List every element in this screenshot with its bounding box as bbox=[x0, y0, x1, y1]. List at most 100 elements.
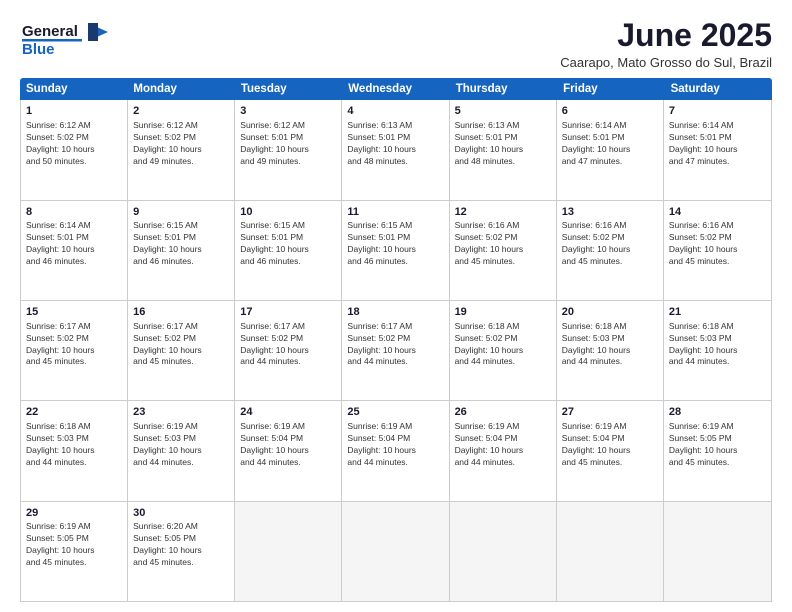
cell-info-line: Sunrise: 6:19 AM bbox=[562, 421, 658, 433]
cell-info-line: and 44 minutes. bbox=[240, 457, 336, 469]
cell-info-line: Sunset: 5:01 PM bbox=[347, 232, 443, 244]
day-number: 15 bbox=[26, 305, 122, 320]
day-number: 13 bbox=[562, 205, 658, 220]
cell-info-line: and 44 minutes. bbox=[455, 356, 551, 368]
calendar-cell: 17Sunrise: 6:17 AMSunset: 5:02 PMDayligh… bbox=[235, 301, 342, 400]
cell-info-line: Daylight: 10 hours bbox=[562, 445, 658, 457]
cell-info-line: Daylight: 10 hours bbox=[26, 445, 122, 457]
calendar-cell: 6Sunrise: 6:14 AMSunset: 5:01 PMDaylight… bbox=[557, 100, 664, 199]
weekday-header-saturday: Saturday bbox=[665, 78, 772, 100]
calendar-cell: 2Sunrise: 6:12 AMSunset: 5:02 PMDaylight… bbox=[128, 100, 235, 199]
day-number: 11 bbox=[347, 205, 443, 220]
cell-info-line: and 49 minutes. bbox=[133, 156, 229, 168]
cell-info-line: Daylight: 10 hours bbox=[455, 144, 551, 156]
weekday-header-tuesday: Tuesday bbox=[235, 78, 342, 100]
cell-info-line: Sunrise: 6:15 AM bbox=[133, 220, 229, 232]
cell-info-line: Sunset: 5:01 PM bbox=[347, 132, 443, 144]
day-number: 22 bbox=[26, 405, 122, 420]
day-number: 23 bbox=[133, 405, 229, 420]
day-number: 28 bbox=[669, 405, 766, 420]
cell-info-line: Sunset: 5:02 PM bbox=[133, 333, 229, 345]
page: General Blue June 2025 Caarapo, Mato Gro… bbox=[0, 0, 792, 612]
cell-info-line: and 46 minutes. bbox=[347, 256, 443, 268]
cell-info-line: Sunset: 5:02 PM bbox=[133, 132, 229, 144]
cell-info-line: Sunset: 5:02 PM bbox=[455, 232, 551, 244]
day-number: 2 bbox=[133, 104, 229, 119]
calendar-cell: 14Sunrise: 6:16 AMSunset: 5:02 PMDayligh… bbox=[664, 201, 771, 300]
day-number: 9 bbox=[133, 205, 229, 220]
cell-info-line: Sunrise: 6:20 AM bbox=[133, 521, 229, 533]
cell-info-line: Daylight: 10 hours bbox=[669, 144, 766, 156]
calendar-cell bbox=[342, 502, 449, 601]
calendar-cell: 21Sunrise: 6:18 AMSunset: 5:03 PMDayligh… bbox=[664, 301, 771, 400]
cell-info-line: Daylight: 10 hours bbox=[240, 244, 336, 256]
calendar-cell: 26Sunrise: 6:19 AMSunset: 5:04 PMDayligh… bbox=[450, 401, 557, 500]
calendar-cell: 10Sunrise: 6:15 AMSunset: 5:01 PMDayligh… bbox=[235, 201, 342, 300]
weekday-header-monday: Monday bbox=[127, 78, 234, 100]
cell-info-line: Sunrise: 6:13 AM bbox=[455, 120, 551, 132]
cell-info-line: Daylight: 10 hours bbox=[240, 144, 336, 156]
cell-info-line: Sunset: 5:01 PM bbox=[133, 232, 229, 244]
calendar-cell: 23Sunrise: 6:19 AMSunset: 5:03 PMDayligh… bbox=[128, 401, 235, 500]
cell-info-line: Sunset: 5:01 PM bbox=[669, 132, 766, 144]
cell-info-line: and 47 minutes. bbox=[562, 156, 658, 168]
cell-info-line: Daylight: 10 hours bbox=[455, 244, 551, 256]
weekday-header-thursday: Thursday bbox=[450, 78, 557, 100]
cell-info-line: Daylight: 10 hours bbox=[562, 144, 658, 156]
cell-info-line: Sunrise: 6:19 AM bbox=[26, 521, 122, 533]
weekday-header-sunday: Sunday bbox=[20, 78, 127, 100]
cell-info-line: Daylight: 10 hours bbox=[455, 445, 551, 457]
cell-info-line: Daylight: 10 hours bbox=[347, 345, 443, 357]
cell-info-line: Daylight: 10 hours bbox=[26, 244, 122, 256]
cell-info-line: Sunrise: 6:12 AM bbox=[26, 120, 122, 132]
cell-info-line: and 44 minutes. bbox=[347, 457, 443, 469]
logo: General Blue bbox=[20, 18, 110, 62]
calendar-cell: 8Sunrise: 6:14 AMSunset: 5:01 PMDaylight… bbox=[21, 201, 128, 300]
day-number: 19 bbox=[455, 305, 551, 320]
cell-info-line: Daylight: 10 hours bbox=[26, 545, 122, 557]
day-number: 12 bbox=[455, 205, 551, 220]
calendar-row-5: 29Sunrise: 6:19 AMSunset: 5:05 PMDayligh… bbox=[21, 502, 771, 601]
cell-info-line: Sunset: 5:04 PM bbox=[240, 433, 336, 445]
cell-info-line: and 45 minutes. bbox=[455, 256, 551, 268]
calendar-cell: 27Sunrise: 6:19 AMSunset: 5:04 PMDayligh… bbox=[557, 401, 664, 500]
calendar-row-3: 15Sunrise: 6:17 AMSunset: 5:02 PMDayligh… bbox=[21, 301, 771, 401]
calendar-cell: 24Sunrise: 6:19 AMSunset: 5:04 PMDayligh… bbox=[235, 401, 342, 500]
cell-info-line: Sunset: 5:01 PM bbox=[562, 132, 658, 144]
day-number: 26 bbox=[455, 405, 551, 420]
day-number: 18 bbox=[347, 305, 443, 320]
cell-info-line: Sunrise: 6:14 AM bbox=[562, 120, 658, 132]
cell-info-line: Daylight: 10 hours bbox=[669, 445, 766, 457]
cell-info-line: and 45 minutes. bbox=[26, 356, 122, 368]
cell-info-line: Sunrise: 6:14 AM bbox=[669, 120, 766, 132]
cell-info-line: Sunrise: 6:18 AM bbox=[26, 421, 122, 433]
cell-info-line: and 44 minutes. bbox=[240, 356, 336, 368]
calendar-cell: 19Sunrise: 6:18 AMSunset: 5:02 PMDayligh… bbox=[450, 301, 557, 400]
day-number: 16 bbox=[133, 305, 229, 320]
cell-info-line: Sunset: 5:02 PM bbox=[347, 333, 443, 345]
cell-info-line: and 45 minutes. bbox=[669, 256, 766, 268]
calendar-cell bbox=[557, 502, 664, 601]
cell-info-line: and 48 minutes. bbox=[347, 156, 443, 168]
cell-info-line: Daylight: 10 hours bbox=[669, 345, 766, 357]
cell-info-line: Sunrise: 6:12 AM bbox=[133, 120, 229, 132]
svg-text:General: General bbox=[22, 23, 78, 40]
svg-text:Blue: Blue bbox=[22, 41, 55, 58]
cell-info-line: Sunrise: 6:17 AM bbox=[347, 321, 443, 333]
title-block: June 2025 Caarapo, Mato Grosso do Sul, B… bbox=[560, 18, 772, 70]
weekday-header-friday: Friday bbox=[557, 78, 664, 100]
cell-info-line: and 44 minutes. bbox=[669, 356, 766, 368]
cell-info-line: Sunrise: 6:18 AM bbox=[562, 321, 658, 333]
cell-info-line: Daylight: 10 hours bbox=[562, 244, 658, 256]
calendar-cell: 5Sunrise: 6:13 AMSunset: 5:01 PMDaylight… bbox=[450, 100, 557, 199]
cell-info-line: Sunrise: 6:16 AM bbox=[562, 220, 658, 232]
day-number: 24 bbox=[240, 405, 336, 420]
calendar-cell bbox=[450, 502, 557, 601]
cell-info-line: Sunrise: 6:15 AM bbox=[240, 220, 336, 232]
calendar: SundayMondayTuesdayWednesdayThursdayFrid… bbox=[20, 78, 772, 602]
calendar-cell: 3Sunrise: 6:12 AMSunset: 5:01 PMDaylight… bbox=[235, 100, 342, 199]
calendar-cell: 15Sunrise: 6:17 AMSunset: 5:02 PMDayligh… bbox=[21, 301, 128, 400]
cell-info-line: Daylight: 10 hours bbox=[133, 144, 229, 156]
cell-info-line: Sunset: 5:02 PM bbox=[562, 232, 658, 244]
cell-info-line: Sunrise: 6:16 AM bbox=[455, 220, 551, 232]
